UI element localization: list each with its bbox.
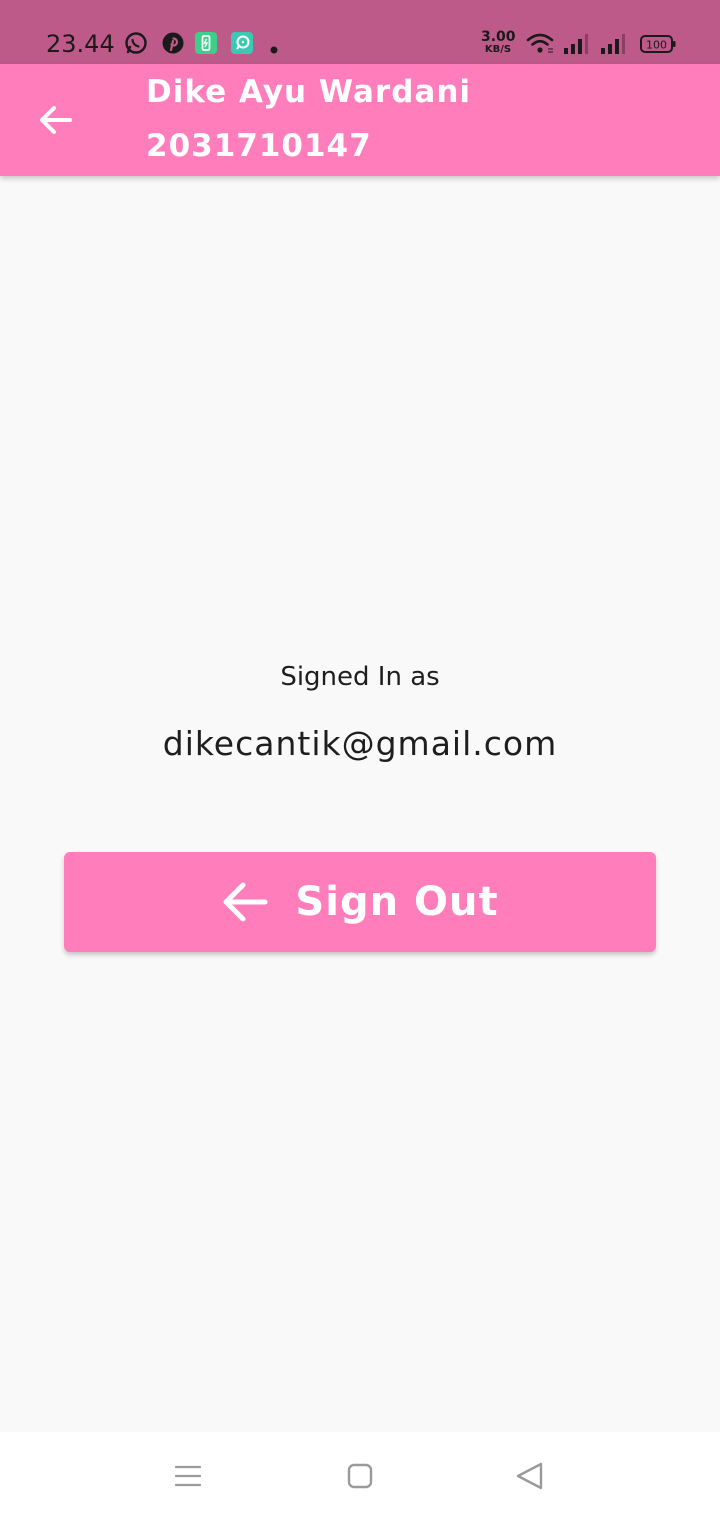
whatsapp-icon [124, 31, 148, 59]
battery-icon: 100 [640, 34, 676, 58]
network-speed: 3.00 KB/S [481, 29, 516, 55]
pinterest-icon [161, 31, 185, 59]
app-bar-title-id: 2031710147 [146, 128, 372, 164]
chat-app-icon [230, 31, 254, 59]
signal-sim1-icon [563, 33, 589, 59]
notification-dot-icon [270, 39, 278, 58]
app-bar-title-name: Dike Ayu Wardani [146, 74, 472, 110]
status-bar: 23.44 3.00 KB/S 100 [0, 0, 720, 64]
arrow-back-icon [223, 882, 268, 922]
wifi-icon [526, 32, 554, 58]
status-time: 23.44 [46, 30, 115, 58]
battery-level: 100 [646, 39, 667, 52]
sign-out-label: Sign Out [295, 879, 499, 925]
app-bar: Dike Ayu Wardani 2031710147 [0, 64, 720, 176]
battery-saver-app-icon [194, 31, 218, 59]
arrow-back-icon [40, 106, 72, 134]
network-speed-value: 3.00 [481, 29, 516, 45]
back-button[interactable] [36, 100, 76, 140]
user-email: dikecantik@gmail.com [162, 724, 558, 763]
back-triangle-icon[interactable] [514, 1462, 546, 1494]
signed-in-label: Signed In as [280, 662, 440, 692]
signal-sim2-icon [600, 33, 626, 59]
sign-out-button[interactable]: Sign Out [64, 852, 656, 952]
system-nav-bar [0, 1432, 720, 1520]
menu-icon[interactable] [174, 1462, 202, 1494]
home-icon[interactable] [346, 1462, 374, 1494]
network-speed-unit: KB/S [484, 44, 512, 55]
screen: 23.44 3.00 KB/S 100 Dike Ayu Wardani 203… [0, 0, 720, 1520]
